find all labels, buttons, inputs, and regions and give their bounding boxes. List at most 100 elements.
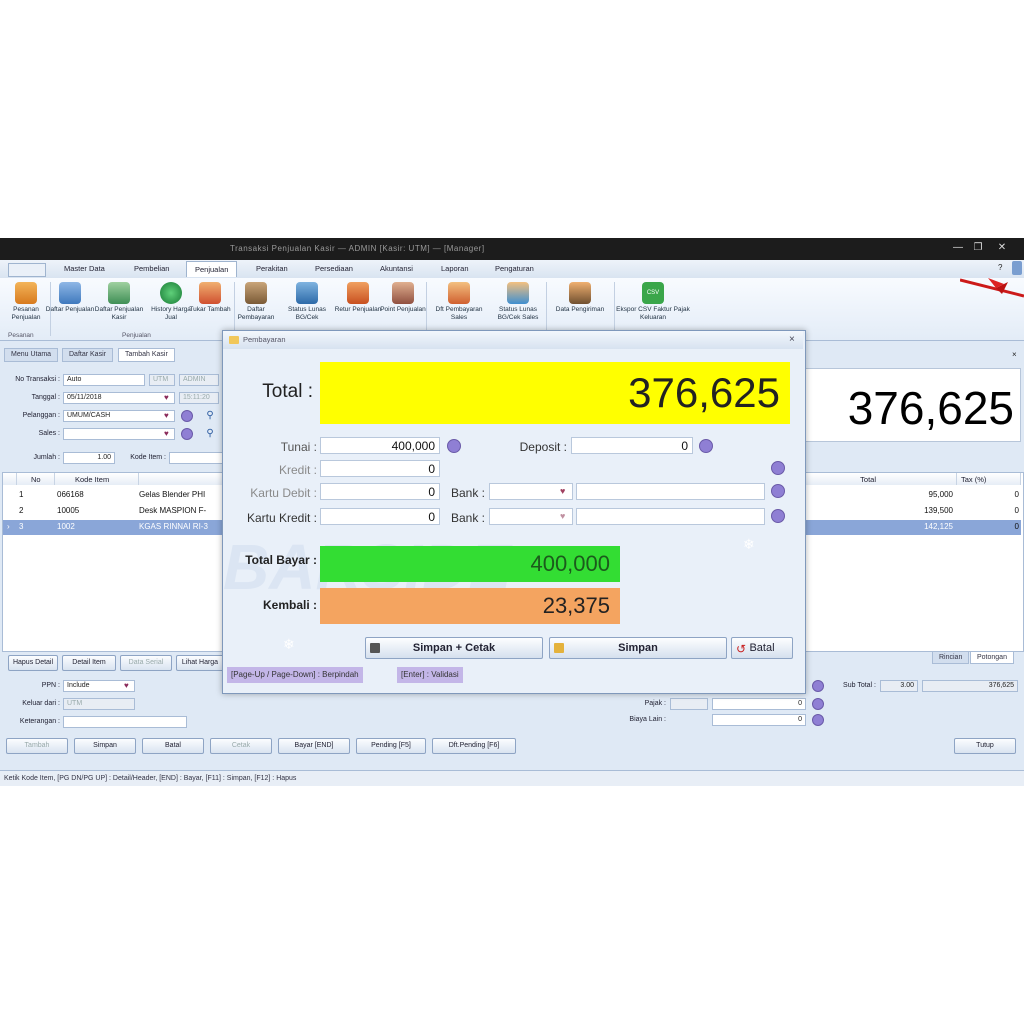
tambah-button[interactable]: Tambah: [6, 738, 68, 754]
tab-daftar-kasir[interactable]: Daftar Kasir: [62, 348, 113, 362]
kartu-debit-number[interactable]: [576, 483, 765, 500]
edit-tunai-icon[interactable]: [447, 439, 461, 453]
payment-list-icon: [245, 282, 267, 304]
jumlah-input[interactable]: 1.00: [63, 452, 115, 464]
edit-sales-icon[interactable]: [181, 428, 193, 440]
chevron-down-icon[interactable]: ♥: [560, 511, 565, 521]
chevron-down-icon[interactable]: ♥: [560, 486, 565, 496]
data-serial-button[interactable]: Data Serial: [120, 655, 172, 671]
edit-pelanggan-icon[interactable]: [181, 410, 193, 422]
simpan-label: Simpan: [618, 642, 658, 654]
dialog-title-bar: Pembayaran ×: [223, 331, 803, 349]
close-icon[interactable]: ✕: [994, 241, 1010, 255]
kartu-kredit-input[interactable]: 0: [320, 508, 440, 525]
edit-biaya-icon[interactable]: [812, 714, 824, 726]
point-penjualan-button[interactable]: Point Penjualan: [377, 282, 429, 314]
menu-persediaan[interactable]: Persediaan: [315, 264, 353, 273]
menu-perakitan[interactable]: Perakitan: [256, 264, 288, 273]
tab-potongan[interactable]: Potongan: [970, 651, 1014, 664]
kartu-kredit-number[interactable]: [576, 508, 765, 525]
tunai-input[interactable]: 400,000: [320, 437, 440, 454]
edit-pajak-icon[interactable]: [812, 698, 824, 710]
printer-icon: [370, 643, 380, 653]
tanggal-input[interactable]: 05/11/2018: [63, 392, 175, 404]
edit-deposit-icon[interactable]: [699, 439, 713, 453]
lihat-harga-button[interactable]: Lihat Harga: [176, 655, 224, 671]
kartu-debit-input[interactable]: 0: [320, 483, 440, 500]
restore-icon[interactable]: ❐: [970, 241, 986, 255]
simpan-cetak-button[interactable]: Simpan + Cetak: [365, 637, 543, 659]
subtotal-label: Sub Total :: [843, 682, 876, 689]
simpan-dialog-button[interactable]: Simpan: [549, 637, 727, 659]
minimize-icon[interactable]: —: [950, 241, 966, 255]
edit-kredit-icon[interactable]: [771, 461, 785, 475]
status-bar: Ketik Kode Item, [PG DN/PG UP] : Detail/…: [0, 770, 1024, 786]
tab-menu-utama[interactable]: Menu Utama: [4, 348, 59, 362]
tab-rincian[interactable]: Rincian: [932, 651, 970, 664]
chevron-down-icon[interactable]: ♥: [164, 393, 169, 402]
menu-pembelian[interactable]: Pembelian: [134, 264, 169, 273]
edit-potongan-icon[interactable]: [812, 680, 824, 692]
simpan-button[interactable]: Simpan: [74, 738, 136, 754]
deposit-input[interactable]: 0: [571, 437, 693, 454]
app-menu-button[interactable]: [8, 263, 46, 277]
bayar-button[interactable]: Bayar [END]: [278, 738, 350, 754]
tab-tambah-kasir[interactable]: Tambah Kasir: [118, 348, 175, 362]
edit-kartu-kredit-icon[interactable]: [771, 509, 785, 523]
data-pengiriman-button[interactable]: Data Pengiriman: [548, 282, 612, 314]
chevron-down-icon[interactable]: ♥: [164, 411, 169, 420]
cetak-button[interactable]: Cetak: [210, 738, 272, 754]
daftar-penjualan-button[interactable]: Daftar Penjualan: [44, 282, 96, 314]
hapus-detail-button[interactable]: Hapus Detail: [8, 655, 58, 671]
daftar-pembayaran-button[interactable]: Daftar Pembayaran: [230, 282, 282, 322]
pelanggan-select[interactable]: UMUM/CASH: [63, 410, 175, 422]
ribbon-toggle-icon[interactable]: [1012, 261, 1022, 275]
no-transaksi-input[interactable]: Auto: [63, 374, 145, 386]
menu-master-data[interactable]: Master Data: [64, 264, 105, 273]
kode-item-input[interactable]: [169, 452, 223, 464]
batal-button[interactable]: Batal: [142, 738, 204, 754]
dialog-title: Pembayaran: [243, 335, 286, 344]
big-total-value: 376,625: [847, 382, 1014, 434]
menu-penjualan[interactable]: Penjualan: [186, 261, 238, 277]
menu-pengaturan[interactable]: Pengaturan: [495, 264, 534, 273]
status-lunas-sales-button[interactable]: Status Lunas BG/Cek Sales: [492, 282, 544, 322]
search-icon[interactable]: ⚲: [204, 410, 216, 422]
pending-button[interactable]: Pending [F5]: [356, 738, 426, 754]
big-total-display: 376,625: [805, 368, 1021, 442]
window-title: Transaksi Penjualan Kasir — ADMIN [Kasir…: [230, 244, 485, 253]
search-icon[interactable]: ⚲: [204, 428, 216, 440]
dft-pending-button[interactable]: Dft.Pending [F6]: [432, 738, 516, 754]
menu-laporan[interactable]: Laporan: [441, 264, 469, 273]
keterangan-input[interactable]: [63, 716, 187, 728]
cell-kode: 066168: [57, 490, 84, 499]
status-lunas-button[interactable]: Status Lunas BG/Cek: [281, 282, 333, 322]
ribbon-label: Point Penjualan: [380, 306, 426, 313]
jumlah-label: Jumlah :: [33, 454, 60, 461]
sales-select[interactable]: [63, 428, 175, 440]
sales-payment-icon: [448, 282, 470, 304]
save-icon: [554, 643, 564, 653]
cell-no: 3: [19, 522, 24, 531]
tutup-button[interactable]: Tutup: [954, 738, 1016, 754]
chevron-down-icon[interactable]: ♥: [124, 681, 129, 690]
batal-dialog-button[interactable]: ↺ Batal: [731, 637, 793, 659]
ribbon-label: Status Lunas BG/Cek: [288, 306, 326, 321]
help-icon[interactable]: ?: [998, 263, 1002, 272]
tukar-tambah-button[interactable]: Tukar Tambah: [184, 282, 236, 314]
daftar-penjualan-kasir-button[interactable]: Daftar Penjualan Kasir: [93, 282, 145, 322]
ekspor-csv-button[interactable]: CSV Ekspor CSV Faktur Pajak Keluaran: [616, 282, 690, 322]
menu-akuntansi[interactable]: Akuntansi: [380, 264, 413, 273]
row-pointer-icon: ›: [7, 522, 10, 531]
keluar-dari-select[interactable]: UTM: [63, 698, 135, 710]
detail-item-button[interactable]: Detail Item: [62, 655, 116, 671]
kredit-input[interactable]: 0: [320, 460, 440, 477]
biaya-lain-value[interactable]: 0: [712, 714, 806, 726]
simpan-cetak-label: Simpan + Cetak: [412, 642, 496, 654]
pajak-value[interactable]: 0: [712, 698, 806, 710]
dft-pembayaran-sales-button[interactable]: Dft Pembayaran Sales: [428, 282, 490, 322]
edit-debit-icon[interactable]: [771, 484, 785, 498]
close-tab-icon[interactable]: ×: [1012, 350, 1017, 359]
chevron-down-icon[interactable]: ♥: [164, 429, 169, 438]
dialog-close-icon[interactable]: ×: [789, 331, 795, 349]
